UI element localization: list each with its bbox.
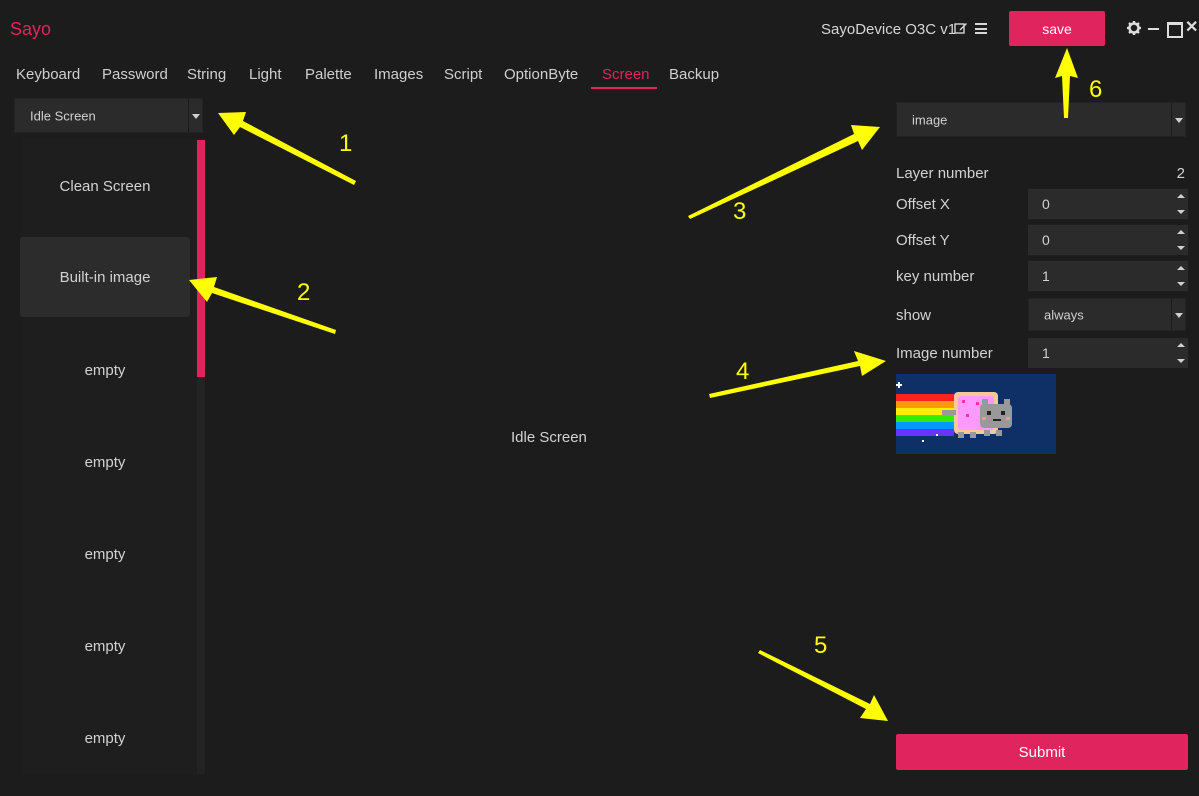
maximize-icon[interactable] xyxy=(1166,20,1183,38)
image-number-value: 1 xyxy=(1042,345,1050,361)
image-number-label: Image number xyxy=(896,345,993,362)
device-name: SayoDevice O3C v1 xyxy=(821,21,957,38)
offset-x-input[interactable]: 0 xyxy=(1028,189,1188,219)
spinner-arrows-icon[interactable] xyxy=(1176,263,1186,289)
annotation-number-3: 3 xyxy=(733,198,747,225)
tab-images[interactable]: Images xyxy=(374,66,423,83)
key-number-value: 1 xyxy=(1042,268,1050,284)
screen-select[interactable]: Idle Screen xyxy=(14,98,203,133)
key-number-input[interactable]: 1 xyxy=(1028,261,1188,291)
show-select[interactable]: always xyxy=(1028,298,1186,331)
app-logo: Sayo xyxy=(10,19,52,39)
layer-type-select[interactable]: image xyxy=(896,102,1186,137)
preview-label: Idle Screen xyxy=(511,429,587,446)
layer-list-scrollbar[interactable] xyxy=(197,140,205,774)
annotation-arrow-5 xyxy=(758,650,888,721)
tab-keyboard[interactable]: Keyboard xyxy=(16,66,80,83)
spinner-arrows-icon[interactable] xyxy=(1176,227,1186,253)
key-number-label: key number xyxy=(896,268,975,285)
image-preview xyxy=(896,374,1056,454)
offset-x-value: 0 xyxy=(1042,196,1050,212)
menu-icon[interactable] xyxy=(975,23,987,34)
chevron-down-icon xyxy=(1171,103,1185,136)
edit-icon[interactable] xyxy=(954,21,968,35)
layer-number-value: 2 xyxy=(1176,165,1185,182)
offset-y-value: 0 xyxy=(1042,232,1050,248)
close-icon[interactable]: ✕ xyxy=(1185,20,1199,36)
annotation-arrow-2 xyxy=(189,277,336,334)
chevron-down-icon xyxy=(1171,299,1185,330)
layer-slot-empty[interactable]: empty xyxy=(20,422,190,502)
annotation-number-1: 1 xyxy=(339,130,353,157)
gear-icon[interactable] xyxy=(1126,20,1142,36)
tab-optionbyte[interactable]: OptionByte xyxy=(504,66,578,83)
tab-string[interactable]: String xyxy=(187,66,226,83)
chevron-down-icon xyxy=(188,99,202,132)
tab-backup[interactable]: Backup xyxy=(669,66,719,83)
tab-screen[interactable]: Screen xyxy=(602,66,650,83)
show-select-value: always xyxy=(1044,307,1084,322)
layer-type-value: image xyxy=(912,112,948,127)
title-bar: Sayo SayoDevice O3C v1 save ✕ xyxy=(0,0,1199,58)
tab-script[interactable]: Script xyxy=(444,66,482,83)
annotation-number-5: 5 xyxy=(814,632,828,659)
show-label: show xyxy=(896,307,932,324)
annotation-number-6: 6 xyxy=(1089,76,1103,103)
layer-slot-clean-screen[interactable]: Clean Screen xyxy=(20,146,190,226)
layer-number-label: Layer number xyxy=(896,165,989,182)
spinner-arrows-icon[interactable] xyxy=(1176,340,1186,366)
layer-slot-empty[interactable]: empty xyxy=(20,514,190,594)
save-button[interactable]: save xyxy=(1009,11,1105,46)
submit-button[interactable]: Submit xyxy=(896,734,1188,770)
annotation-number-4: 4 xyxy=(736,358,750,385)
spinner-arrows-icon[interactable] xyxy=(1176,191,1186,217)
active-tab-indicator xyxy=(591,87,657,89)
offset-y-input[interactable]: 0 xyxy=(1028,225,1188,255)
layer-slot-empty[interactable]: empty xyxy=(20,698,190,778)
annotation-number-2: 2 xyxy=(297,279,311,306)
minimize-icon[interactable] xyxy=(1146,20,1162,36)
tab-bar: Keyboard Password String Light Palette I… xyxy=(0,58,760,90)
layer-slot-empty[interactable]: empty xyxy=(20,606,190,686)
tab-light[interactable]: Light xyxy=(249,66,282,83)
scrollbar-thumb[interactable] xyxy=(197,140,205,377)
tab-password[interactable]: Password xyxy=(102,66,168,83)
offset-y-label: Offset Y xyxy=(896,232,950,249)
image-number-input[interactable]: 1 xyxy=(1028,338,1188,368)
annotation-arrow-1 xyxy=(218,112,356,185)
layer-slot-empty[interactable]: empty xyxy=(20,330,190,410)
screen-select-value: Idle Screen xyxy=(30,108,96,123)
tab-palette[interactable]: Palette xyxy=(305,66,352,83)
annotation-arrow-3 xyxy=(688,125,880,219)
offset-x-label: Offset X xyxy=(896,196,950,213)
layer-slot-built-in-image[interactable]: Built-in image xyxy=(20,237,190,317)
